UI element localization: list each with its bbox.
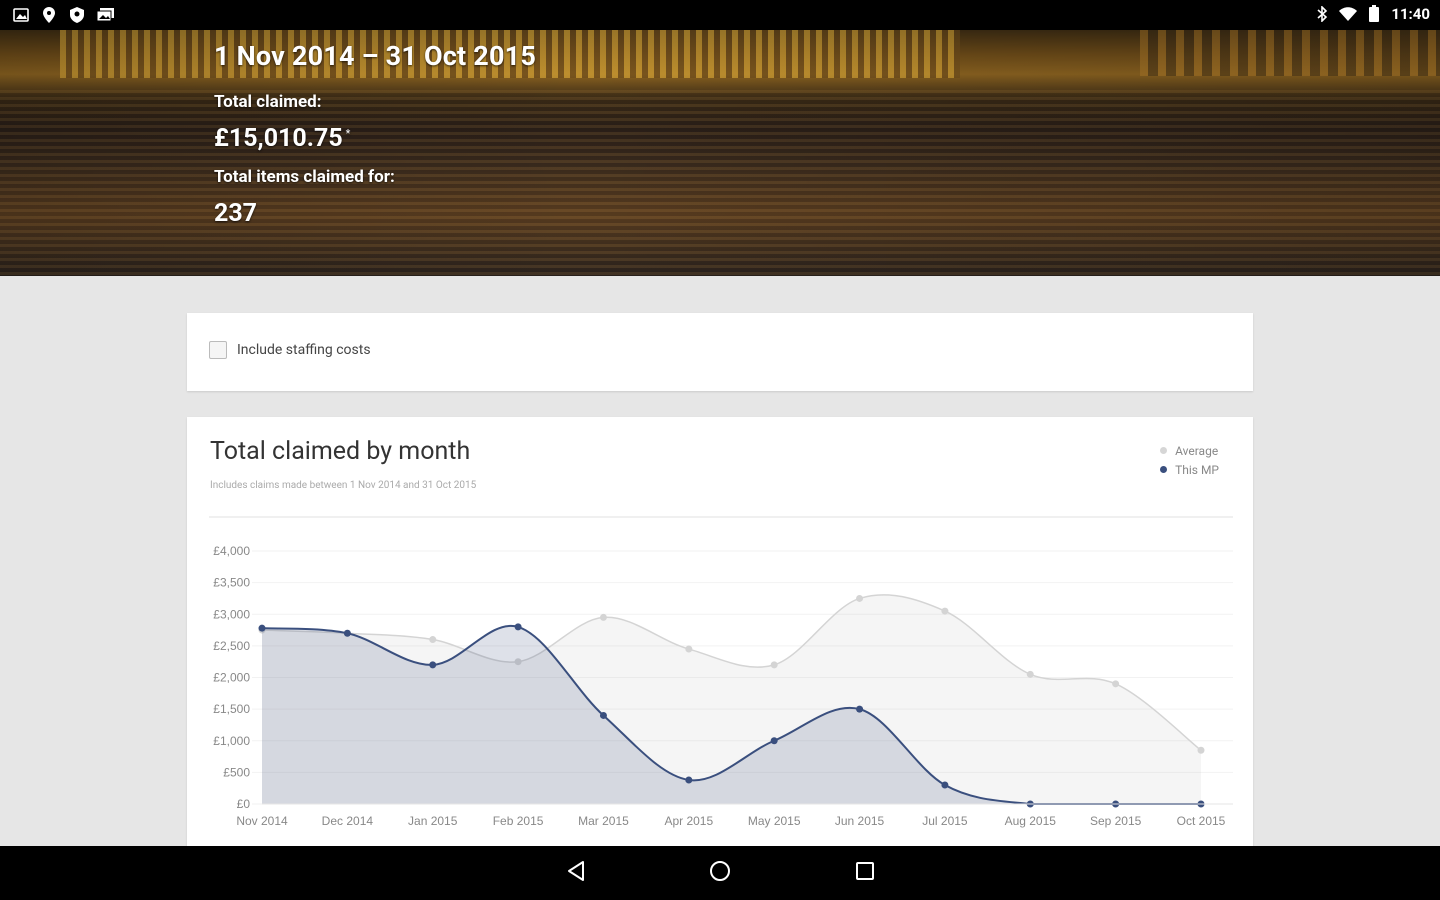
include-staffing-costs-checkbox[interactable]	[209, 341, 227, 359]
x-tick-label: Nov 2014	[236, 814, 288, 828]
x-tick-label: Jul 2015	[922, 814, 968, 828]
back-button[interactable]	[562, 859, 590, 887]
y-tick-label: £3,000	[213, 607, 250, 621]
status-bar-left-icons	[12, 6, 114, 24]
y-tick-label: £1,500	[213, 702, 250, 716]
data-point-average	[941, 607, 949, 615]
period-title: 1 Nov 2014 – 31 Oct 2015	[214, 40, 537, 72]
data-point-average	[856, 594, 864, 602]
wifi-icon	[1339, 5, 1358, 23]
include-staffing-costs-label: Include staffing costs	[237, 342, 371, 358]
x-tick-label: Apr 2015	[664, 814, 713, 828]
x-tick-label: Feb 2015	[493, 814, 544, 828]
x-tick-label: Dec 2014	[322, 814, 374, 828]
back-icon	[564, 859, 588, 887]
y-tick-label: £0	[237, 797, 251, 811]
x-tick-label: Jun 2015	[835, 814, 885, 828]
data-point-this-mp	[685, 776, 693, 784]
home-button[interactable]	[706, 859, 734, 887]
photos-icon	[96, 6, 114, 24]
data-point-average	[1112, 680, 1120, 688]
total-claimed-footnote-marker: *	[345, 126, 351, 140]
status-bar-right-icons: 11:40	[1313, 5, 1430, 23]
total-items-label: Total items claimed for:	[214, 167, 395, 187]
header-summary: 1 Nov 2014 – 31 Oct 2015 Total claimed: …	[214, 40, 536, 228]
data-point-average	[599, 613, 607, 621]
data-point-this-mp	[856, 705, 864, 713]
data-point-average	[1026, 670, 1034, 678]
y-tick-label: £4,000	[213, 544, 250, 558]
data-point-average	[429, 636, 437, 644]
y-tick-label: £3,500	[213, 576, 250, 590]
status-bar: 11:40	[0, 0, 1440, 30]
navigation-bar	[0, 846, 1440, 900]
data-point-average	[685, 645, 693, 653]
bluetooth-icon	[1313, 5, 1331, 23]
x-tick-label: Oct 2015	[1177, 814, 1226, 828]
gallery-icon	[12, 6, 30, 24]
data-point-average	[770, 661, 778, 669]
y-tick-label: £2,000	[213, 671, 250, 685]
y-tick-label: £1,000	[213, 734, 250, 748]
options-card: Include staffing costs	[187, 313, 1253, 391]
data-point-this-mp	[770, 737, 778, 745]
header-banner: 1 Nov 2014 – 31 Oct 2015 Total claimed: …	[0, 30, 1440, 276]
include-staffing-costs-toggle[interactable]: Include staffing costs	[209, 341, 371, 359]
claims-chart: £0 £500 £1,000 £1,500 £2,000 £2,500 £3,000 £3,5…	[213, 544, 1233, 828]
total-claimed-amount: £15,010.75	[214, 124, 343, 153]
y-tick-label: £500	[223, 765, 250, 779]
data-point-this-mp	[429, 661, 437, 669]
data-point-this-mp	[514, 623, 522, 631]
data-point-this-mp	[258, 624, 266, 632]
x-tick-label: May 2015	[748, 814, 801, 828]
x-tick-label: Mar 2015	[578, 814, 629, 828]
x-tick-label: Sep 2015	[1090, 814, 1142, 828]
status-time: 11:40	[1391, 5, 1430, 23]
chart-card: Total claimed by month Includes claims m…	[187, 417, 1253, 857]
recents-button[interactable]	[851, 859, 879, 887]
x-tick-label: Aug 2015	[1005, 814, 1057, 828]
location-icon	[40, 6, 58, 24]
y-tick-label: £2,500	[213, 639, 250, 653]
x-tick-label: Jan 2015	[408, 814, 458, 828]
data-point-this-mp	[599, 711, 607, 719]
total-items-value: 237	[214, 199, 258, 228]
battery-icon	[1365, 5, 1383, 23]
data-point-this-mp	[941, 781, 949, 789]
data-point-average	[1197, 746, 1205, 754]
recents-icon	[853, 859, 877, 887]
total-claimed-label: Total claimed:	[214, 92, 322, 112]
data-point-this-mp	[343, 629, 351, 637]
home-icon	[708, 859, 732, 887]
total-claimed-value: £15,010.75 *	[214, 124, 536, 153]
shield-icon	[68, 6, 86, 24]
